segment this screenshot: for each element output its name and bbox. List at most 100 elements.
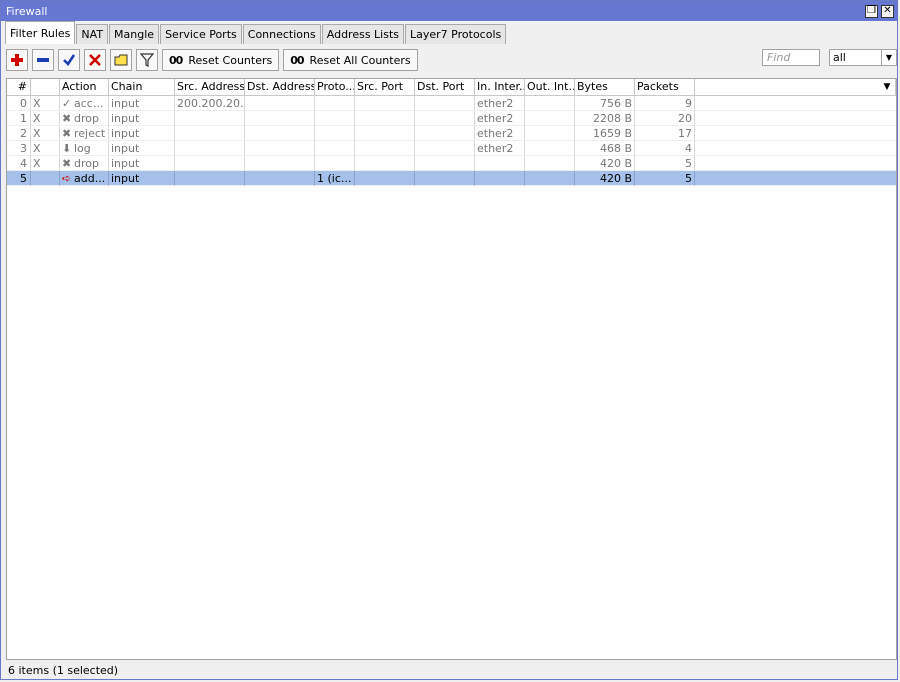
rule-bytes: 756 B	[575, 96, 635, 111]
toolbar: 00 Reset Counters 00 Reset All Counters …	[1, 44, 897, 76]
column-header-flags[interactable]	[31, 79, 60, 95]
rule-protocol	[315, 96, 355, 111]
tab-layer7-protocols[interactable]: Layer7 Protocols	[405, 24, 507, 44]
column-header-dst-address[interactable]: Dst. Address	[245, 79, 315, 95]
accept-icon: ✓	[62, 97, 72, 110]
table-row[interactable]: 1 X ✖ drop input ether2 2208 B 20	[7, 111, 896, 126]
table-row[interactable]: 4 X ✖ drop input 420 B 5	[7, 156, 896, 171]
column-header-src-port[interactable]: Src. Port	[355, 79, 415, 95]
rule-chain: input	[109, 126, 175, 141]
restore-button[interactable]: ❐	[865, 4, 878, 18]
rule-dst-port	[415, 171, 475, 186]
dropdown-arrow-icon[interactable]: ▼	[881, 50, 896, 65]
column-header-chain[interactable]: Chain	[109, 79, 175, 95]
rule-action: ✖ drop	[60, 156, 109, 171]
column-header-packets[interactable]: Packets	[635, 79, 695, 95]
rule-src-address	[175, 171, 245, 186]
column-header-dst-port[interactable]: Dst. Port	[415, 79, 475, 95]
filter-select[interactable]: all ▼	[829, 49, 897, 66]
tab-service-ports[interactable]: Service Ports	[160, 24, 242, 44]
rule-in-interface: ether2	[475, 96, 525, 111]
rule-src-port	[355, 126, 415, 141]
reset-all-counters-button[interactable]: 00 Reset All Counters	[283, 49, 418, 71]
tab-filter-rules[interactable]: Filter Rules	[5, 21, 76, 44]
rule-in-interface: ether2	[475, 126, 525, 141]
status-text: 6 items (1 selected)	[8, 663, 119, 677]
rule-dst-address	[245, 141, 315, 156]
column-header-bytes[interactable]: Bytes	[575, 79, 635, 95]
status-bar: 6 items (1 selected)	[6, 661, 897, 679]
table-row[interactable]: 0 X ✓ acc... input 200.200.20... ether2 7…	[7, 96, 896, 111]
column-header-action[interactable]: Action	[60, 79, 109, 95]
close-button[interactable]: ✕	[881, 4, 894, 18]
column-header-out-interface[interactable]: Out. Int...	[525, 79, 575, 95]
rule-chain: input	[109, 156, 175, 171]
reset-counters-label: Reset Counters	[188, 53, 273, 67]
rule-chain: input	[109, 96, 175, 111]
rule-number: 1	[7, 111, 31, 126]
row-filler	[695, 156, 896, 171]
column-header-in-interface[interactable]: In. Inter...	[475, 79, 525, 95]
remove-button[interactable]	[32, 49, 54, 71]
table-row[interactable]: 3 X ⬇ log input ether2 468 B 4	[7, 141, 896, 156]
rule-action-label: reject	[74, 127, 106, 140]
drop-icon: ✖	[62, 157, 72, 170]
add-button[interactable]	[6, 49, 28, 71]
rule-flag: X	[31, 111, 60, 126]
rule-dst-port	[415, 111, 475, 126]
rule-protocol	[315, 111, 355, 126]
rule-bytes: 2208 B	[575, 111, 635, 126]
rule-packets: 5	[635, 156, 695, 171]
rule-packets: 4	[635, 141, 695, 156]
rule-out-interface	[525, 96, 575, 111]
funnel-icon	[140, 53, 154, 67]
column-header-protocol[interactable]: Proto...	[315, 79, 355, 95]
rule-bytes: 468 B	[575, 141, 635, 156]
rule-protocol	[315, 156, 355, 171]
rule-flag: X	[31, 126, 60, 141]
rule-out-interface	[525, 171, 575, 186]
column-menu-arrow-icon[interactable]: ▼	[879, 79, 895, 95]
rule-protocol	[315, 141, 355, 156]
rule-packets: 5	[635, 171, 695, 186]
tab-address-lists[interactable]: Address Lists	[321, 24, 405, 44]
rule-src-address	[175, 141, 245, 156]
column-header-src-address[interactable]: Src. Address	[175, 79, 245, 95]
title-bar[interactable]: Firewall ❐ ✕	[1, 1, 897, 21]
column-header-number[interactable]: #	[7, 79, 31, 95]
rules-table: # Action Chain Src. Address Dst. Address…	[6, 78, 897, 660]
enable-button[interactable]	[58, 49, 80, 71]
rule-number: 2	[7, 126, 31, 141]
rule-protocol: 1 (ic...	[315, 171, 355, 186]
rule-src-port	[355, 171, 415, 186]
rule-out-interface	[525, 156, 575, 171]
comment-button[interactable]	[110, 49, 132, 71]
table-row-selected[interactable]: 5 ➪ add... input 1 (ic... 420 B 5	[7, 171, 896, 186]
rule-number: 4	[7, 156, 31, 171]
rule-out-interface	[525, 141, 575, 156]
rule-dst-port	[415, 156, 475, 171]
disable-button[interactable]	[84, 49, 106, 71]
reset-counters-button[interactable]: 00 Reset Counters	[162, 49, 280, 71]
rule-packets: 17	[635, 126, 695, 141]
filter-button[interactable]	[136, 49, 158, 71]
tab-mangle[interactable]: Mangle	[109, 24, 160, 44]
rule-action: ➪ add...	[60, 171, 109, 186]
table-row[interactable]: 2 X ✖ reject input ether2 1659 B 17	[7, 126, 896, 141]
rule-packets: 9	[635, 96, 695, 111]
rule-flag	[31, 171, 60, 186]
tab-connections[interactable]: Connections	[242, 24, 321, 44]
table-header: # Action Chain Src. Address Dst. Address…	[7, 79, 896, 96]
rule-chain: input	[109, 111, 175, 126]
x-icon	[89, 54, 101, 66]
window-title: Firewall	[6, 4, 48, 18]
rule-dst-address	[245, 111, 315, 126]
rule-flag: X	[31, 156, 60, 171]
rule-in-interface: ether2	[475, 111, 525, 126]
counter-icon: 00	[290, 53, 304, 67]
reject-icon: ✖	[62, 127, 72, 140]
rule-number: 5	[7, 171, 31, 186]
tab-nat[interactable]: NAT	[76, 24, 109, 44]
rule-action-label: drop	[74, 157, 99, 170]
find-input[interactable]	[762, 49, 820, 66]
